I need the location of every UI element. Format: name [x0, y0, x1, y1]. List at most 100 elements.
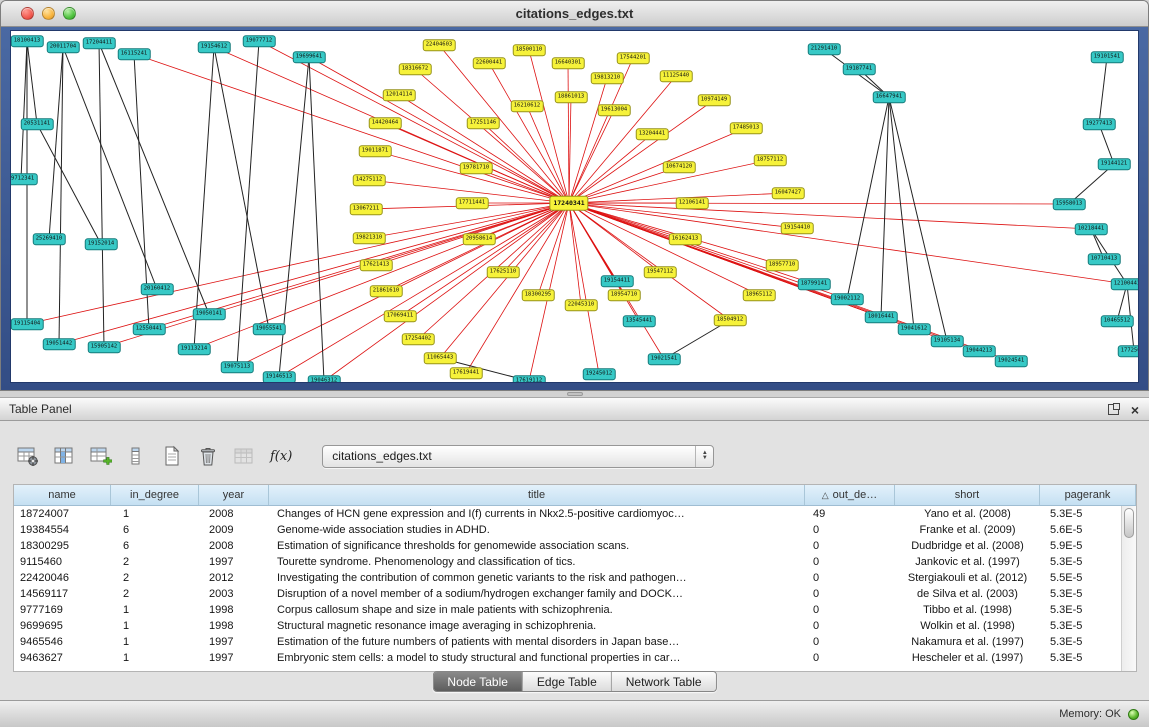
network-node[interactable]: 19113214: [178, 343, 211, 355]
column-header-short[interactable]: short: [895, 485, 1040, 505]
network-node[interactable]: 19051442: [43, 338, 76, 350]
network-node[interactable]: 15958013: [1053, 198, 1086, 210]
vertical-scrollbar[interactable]: [1121, 506, 1136, 671]
network-node[interactable]: 19821310: [353, 232, 386, 244]
network-node[interactable]: 20531141: [21, 118, 54, 130]
network-node[interactable]: 19044213: [963, 345, 996, 357]
network-node[interactable]: 18016441: [865, 311, 898, 323]
function-builder-icon[interactable]: f(x): [268, 449, 294, 464]
single-column-icon[interactable]: [124, 445, 148, 467]
network-node[interactable]: 21861610: [370, 285, 403, 297]
network-canvas[interactable]: 1724034122404603183166721201411414420464…: [10, 30, 1139, 383]
network-window-titlebar[interactable]: citations_edges.txt: [1, 1, 1148, 27]
network-node[interactable]: 16640301: [552, 57, 585, 69]
network-node[interactable]: 19002112: [831, 293, 864, 305]
network-node[interactable]: 18861013: [555, 91, 588, 103]
network-node[interactable]: 19024541: [995, 355, 1028, 367]
tab-network-table[interactable]: Network Table: [612, 672, 716, 691]
network-node[interactable]: 19105134: [931, 335, 964, 347]
network-node[interactable]: 13204441: [636, 128, 669, 140]
network-node[interactable]: 19046312: [308, 375, 341, 383]
network-node[interactable]: 12100441: [1111, 278, 1139, 290]
column-header-out_degree[interactable]: △out_de…: [805, 485, 895, 505]
network-node[interactable]: 18500110: [513, 44, 546, 56]
network-node[interactable]: 19077712: [243, 35, 276, 47]
table-settings-icon[interactable]: [16, 445, 40, 467]
network-node[interactable]: 19050141: [193, 308, 226, 320]
import-table-icon[interactable]: [232, 445, 256, 467]
network-node[interactable]: 19277413: [1083, 118, 1116, 130]
network-node[interactable]: 19115404: [11, 318, 44, 330]
network-node[interactable]: 16047427: [772, 187, 805, 199]
network-table-select[interactable]: citations_edges.txt ▲ ▼: [322, 445, 714, 468]
zoom-window-button[interactable]: [63, 7, 76, 20]
show-columns-icon[interactable]: [52, 445, 76, 467]
network-node[interactable]: 19021541: [648, 353, 681, 365]
network-node[interactable]: 16162413: [669, 233, 702, 245]
column-header-year[interactable]: year: [199, 485, 269, 505]
network-node[interactable]: 20958614: [463, 233, 496, 245]
network-node[interactable]: 19813210: [591, 72, 624, 84]
network-node[interactable]: 18504912: [714, 314, 747, 326]
network-node[interactable]: 19712341: [10, 173, 37, 185]
table-row[interactable]: 946362711997Embryonic stem cells: a mode…: [14, 650, 1136, 666]
network-node[interactable]: 21291410: [808, 43, 841, 55]
network-node[interactable]: 19547112: [644, 266, 677, 278]
column-header-title[interactable]: title: [269, 485, 805, 505]
network-node[interactable]: 14420464: [369, 117, 402, 129]
network-node[interactable]: 17711441: [456, 197, 489, 209]
network-node[interactable]: 17619441: [450, 367, 483, 379]
network-node[interactable]: 18957710: [766, 259, 799, 271]
close-panel-icon[interactable]: ×: [1131, 403, 1139, 417]
column-header-name[interactable]: name: [14, 485, 111, 505]
network-node[interactable]: 17254402: [402, 333, 435, 345]
network-node[interactable]: 25269410: [33, 233, 66, 245]
network-node[interactable]: 18965112: [743, 289, 776, 301]
network-node[interactable]: 10710413: [1088, 253, 1121, 265]
table-row[interactable]: 1830029562008Estimation of significance …: [14, 538, 1136, 554]
network-node[interactable]: 19154612: [198, 41, 231, 53]
network-node[interactable]: 15905142: [88, 341, 121, 353]
network-node[interactable]: 12014114: [383, 89, 416, 101]
network-node[interactable]: 11065443: [424, 352, 457, 364]
network-node[interactable]: 10974149: [698, 94, 731, 106]
network-node[interactable]: 18100413: [11, 35, 44, 47]
network-node[interactable]: 11125440: [660, 70, 693, 82]
network-node[interactable]: 10218441: [1075, 223, 1108, 235]
network-node[interactable]: 22045310: [565, 299, 598, 311]
network-node[interactable]: 16115241: [118, 48, 151, 60]
network-node[interactable]: 19101541: [1091, 51, 1124, 63]
network-node[interactable]: 22600441: [473, 57, 506, 69]
table-row[interactable]: 969969511998Structural magnetic resonanc…: [14, 618, 1136, 634]
table-row[interactable]: 946554611997Estimation of the future num…: [14, 634, 1136, 650]
network-node[interactable]: 19187741: [843, 63, 876, 75]
tab-node-table[interactable]: Node Table: [433, 672, 523, 691]
network-node[interactable]: 17544201: [617, 52, 650, 64]
table-row[interactable]: 1456911722003Disruption of a novel membe…: [14, 586, 1136, 602]
table-row[interactable]: 1872400712008Changes of HCN gene express…: [14, 506, 1136, 522]
network-hub-node[interactable]: 17240341: [549, 196, 588, 211]
network-node[interactable]: 18954710: [608, 289, 641, 301]
minimize-window-button[interactable]: [42, 7, 55, 20]
network-node[interactable]: 10465512: [1101, 315, 1134, 327]
column-header-in_degree[interactable]: in_degree: [111, 485, 199, 505]
network-node[interactable]: 17204411: [83, 37, 116, 49]
new-table-icon[interactable]: [160, 445, 184, 467]
network-node[interactable]: 18300295: [522, 289, 555, 301]
network-node[interactable]: 18757112: [754, 154, 787, 166]
network-node[interactable]: 13545441: [623, 315, 656, 327]
network-node[interactable]: 19146513: [263, 371, 296, 383]
table-row[interactable]: 2242004622012Investigating the contribut…: [14, 570, 1136, 586]
network-node[interactable]: 19781710: [460, 162, 493, 174]
network-node[interactable]: 19041612: [898, 323, 931, 335]
network-node[interactable]: 17069411: [384, 310, 417, 322]
network-node[interactable]: 20011704: [47, 41, 80, 53]
network-node[interactable]: 19154411: [601, 275, 634, 287]
network-node[interactable]: 12106141: [676, 197, 709, 209]
network-node[interactable]: 19055541: [253, 323, 286, 335]
network-node[interactable]: 20160412: [141, 283, 174, 295]
network-node[interactable]: 19152014: [85, 238, 118, 250]
network-node[interactable]: 19075113: [221, 361, 254, 373]
network-node[interactable]: 18799141: [798, 278, 831, 290]
network-node[interactable]: 17619112: [513, 375, 546, 383]
